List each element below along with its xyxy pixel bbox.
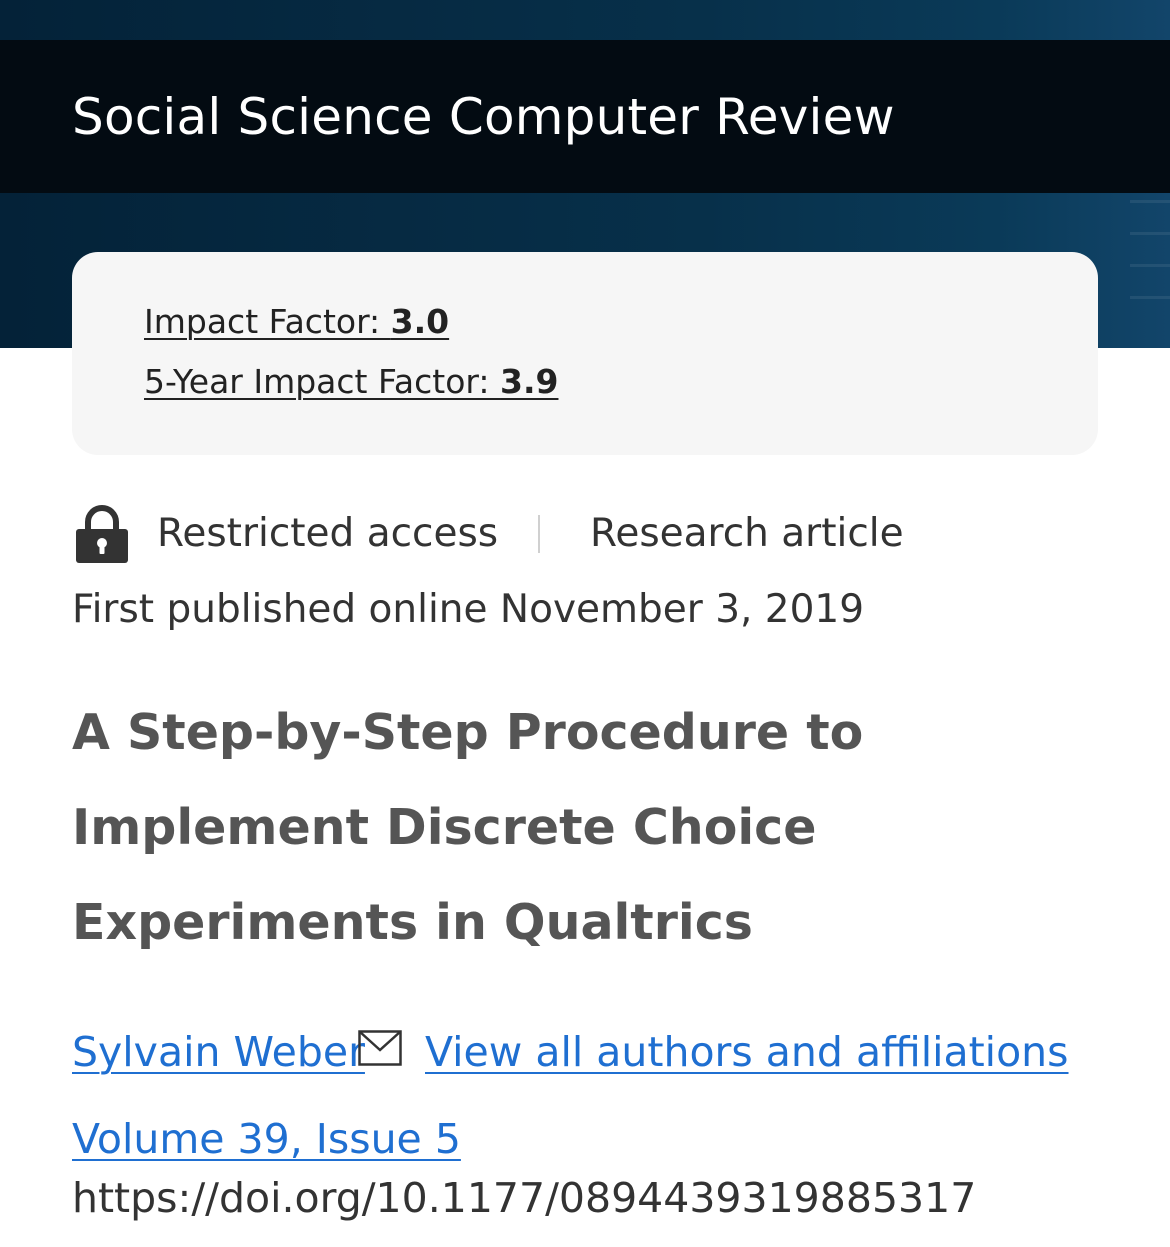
doi: https://doi.org/10.1177/0894439319885317 [72, 1174, 977, 1222]
view-all-authors-link[interactable]: View all authors and affiliations [425, 1028, 1069, 1076]
meta-divider [538, 515, 540, 553]
impact-factor-value: 3.0 [390, 302, 450, 341]
impact-factor-label: Impact Factor: [144, 302, 391, 341]
article-type: Research article [590, 511, 904, 556]
journal-title[interactable]: Social Science Computer Review [72, 82, 895, 152]
mail-icon[interactable] [358, 1030, 402, 1066]
article-page: Social Science Computer Review Impact Fa… [0, 0, 1170, 1247]
author-link[interactable]: Sylvain Weber [72, 1028, 365, 1076]
access-status: Restricted access [157, 511, 499, 556]
five-year-impact-factor-link[interactable]: 5-Year Impact Factor: 3.9 [144, 362, 558, 402]
article-meta-row: Restricted access Research article [72, 505, 1072, 565]
impact-factor-link[interactable]: Impact Factor: 3.0 [144, 302, 449, 342]
publication-date: First published online November 3, 2019 [72, 587, 865, 632]
lock-icon [76, 505, 128, 563]
article-title: A Step-by-Step Procedure to Implement Di… [72, 704, 864, 951]
five-year-impact-factor-label: 5-Year Impact Factor: [144, 362, 501, 401]
authors-row: Sylvain Weber View all authors and affil… [72, 1024, 1152, 1082]
issue-link[interactable]: Volume 39, Issue 5 [72, 1115, 461, 1163]
metrics-card: Impact Factor: 3.0 5-Year Impact Factor:… [72, 252, 1098, 455]
five-year-impact-factor-value: 3.9 [500, 362, 559, 401]
